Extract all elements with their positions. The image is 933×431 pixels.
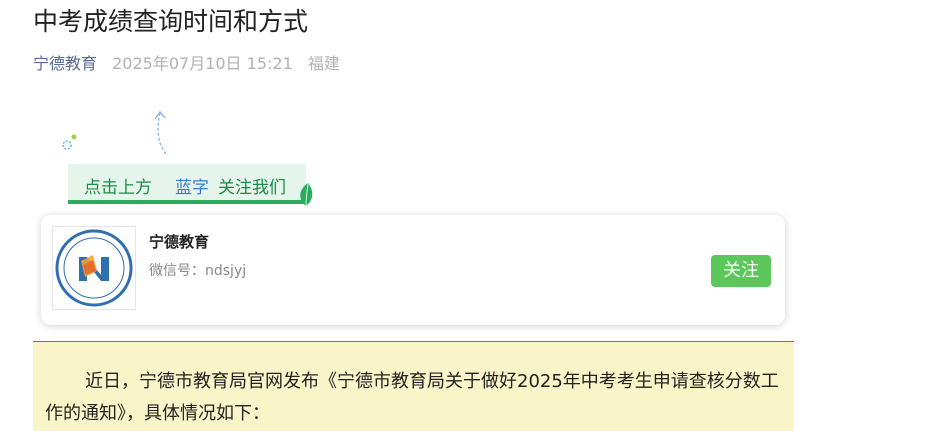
wechat-id: 微信号：ndsjyj: [149, 263, 247, 279]
account-logo: [52, 226, 136, 310]
article-body: 近日，宁德市教育局官网发布《宁德市教育局关于做好2025年中考考生申请查核分数工…: [33, 342, 794, 431]
leaf-icon: [300, 183, 313, 207]
article-meta: 宁德教育 2025年07月10日 15:21 福建: [33, 52, 340, 76]
account-card[interactable]: 宁德教育 微信号：ndsjyj 关注: [41, 215, 785, 325]
sparkle-icon: [62, 134, 77, 150]
publish-location: 福建: [307, 54, 340, 73]
article-paragraph: 近日，宁德市教育局官网发布《宁德市教育局关于做好2025年中考考生申请查核分数工…: [45, 371, 779, 424]
banner-text-follow-us: 关注我们: [218, 178, 286, 198]
banner-text-click-above: 点击上方: [84, 178, 152, 198]
banner-text-blue-word: 蓝字: [175, 178, 209, 198]
follow-button[interactable]: 关注: [711, 255, 771, 287]
follow-us-banner: 点击上方 蓝字 关注我们: [68, 164, 306, 204]
publish-date: 2025年07月10日 15:21: [112, 54, 293, 73]
arrow-up-icon: [154, 110, 167, 155]
article-title: 中考成绩查询时间和方式: [33, 7, 309, 36]
account-name: 宁德教育: [149, 233, 210, 251]
author-link[interactable]: 宁德教育: [33, 54, 97, 73]
